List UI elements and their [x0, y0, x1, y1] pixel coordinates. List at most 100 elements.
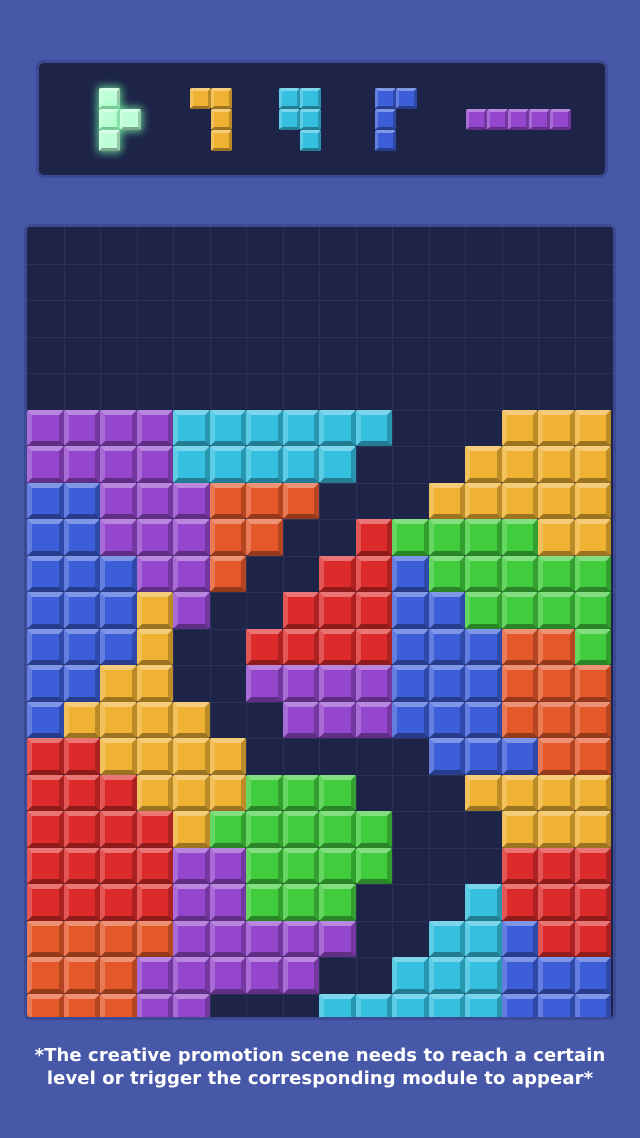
piece-cell: [549, 108, 571, 130]
block-cell: [173, 519, 210, 556]
block-cell: [392, 519, 429, 556]
block-cell: [63, 811, 100, 848]
piece-cell: [279, 87, 300, 109]
block-cell: [465, 628, 502, 665]
block-cell: [392, 665, 429, 702]
block-cell: [209, 446, 246, 483]
block-cell: [173, 409, 210, 446]
block-cell: [319, 409, 356, 446]
block-cell: [428, 738, 465, 775]
block-cell: [209, 519, 246, 556]
piece-cell: [211, 129, 232, 151]
block-cell: [100, 738, 137, 775]
block-cell: [173, 555, 210, 592]
piece-cell: [300, 129, 321, 151]
block-cell: [319, 628, 356, 665]
block-cell: [136, 957, 173, 994]
block-cell: [209, 811, 246, 848]
piece-cell: [507, 108, 529, 130]
block-cell: [63, 847, 100, 884]
block-cell: [501, 446, 538, 483]
piece-cell: [211, 87, 232, 109]
block-cell: [538, 665, 575, 702]
block-cell: [63, 446, 100, 483]
block-cell: [100, 847, 137, 884]
block-cell: [209, 482, 246, 519]
block-cell: [501, 847, 538, 884]
block-cell: [574, 519, 611, 556]
block-cell: [209, 738, 246, 775]
block-cell: [246, 519, 283, 556]
block-cell: [173, 920, 210, 957]
next-piece-1[interactable]: [99, 87, 141, 151]
block-cell: [246, 774, 283, 811]
block-cell: [282, 409, 319, 446]
block-cell: [246, 482, 283, 519]
block-cell: [209, 957, 246, 994]
block-cell: [465, 920, 502, 957]
block-cell: [136, 701, 173, 738]
block-cell: [428, 519, 465, 556]
block-cell: [136, 738, 173, 775]
block-cell: [173, 957, 210, 994]
block-cell: [428, 482, 465, 519]
block-cell: [173, 811, 210, 848]
block-cell: [27, 592, 64, 629]
block-cell: [246, 920, 283, 957]
block-cell: [428, 555, 465, 592]
piece-cell: [99, 87, 120, 109]
block-cell: [100, 628, 137, 665]
block-cell: [27, 701, 64, 738]
block-cell: [209, 774, 246, 811]
block-cell: [392, 628, 429, 665]
block-cell: [173, 446, 210, 483]
block-cell: [63, 519, 100, 556]
block-cell: [355, 993, 392, 1017]
block-cell: [501, 592, 538, 629]
block-cell: [501, 409, 538, 446]
next-pieces-panel: [36, 60, 608, 178]
block-cell: [63, 665, 100, 702]
block-cell: [574, 884, 611, 921]
block-cell: [136, 446, 173, 483]
block-cell: [428, 920, 465, 957]
block-cell: [355, 519, 392, 556]
block-cell: [246, 957, 283, 994]
block-cell: [574, 409, 611, 446]
block-cell: [173, 847, 210, 884]
next-piece-2[interactable]: [190, 87, 232, 151]
block-cell: [282, 628, 319, 665]
block-cell: [136, 519, 173, 556]
block-cell: [538, 774, 575, 811]
block-cell: [100, 446, 137, 483]
block-cell: [428, 628, 465, 665]
block-cell: [27, 847, 64, 884]
block-cell: [282, 482, 319, 519]
block-cell: [100, 957, 137, 994]
block-cell: [501, 774, 538, 811]
block-cell: [538, 409, 575, 446]
block-cell: [173, 774, 210, 811]
block-cell: [209, 920, 246, 957]
block-cell: [319, 555, 356, 592]
block-cell: [538, 920, 575, 957]
block-cell: [574, 738, 611, 775]
block-cell: [574, 665, 611, 702]
block-cell: [355, 628, 392, 665]
block-cell: [538, 738, 575, 775]
next-piece-3[interactable]: [279, 87, 321, 151]
block-cell: [100, 409, 137, 446]
block-cell: [136, 409, 173, 446]
block-cell: [319, 774, 356, 811]
block-cell: [501, 482, 538, 519]
block-cell: [501, 993, 538, 1017]
next-piece-4[interactable]: [375, 87, 417, 151]
block-cell: [136, 811, 173, 848]
next-piece-5[interactable]: [465, 108, 571, 130]
piece-cell: [120, 108, 141, 130]
block-cell: [27, 884, 64, 921]
game-board[interactable]: [24, 224, 616, 1020]
block-cell: [538, 701, 575, 738]
block-cell: [173, 993, 210, 1017]
block-cell: [319, 993, 356, 1017]
